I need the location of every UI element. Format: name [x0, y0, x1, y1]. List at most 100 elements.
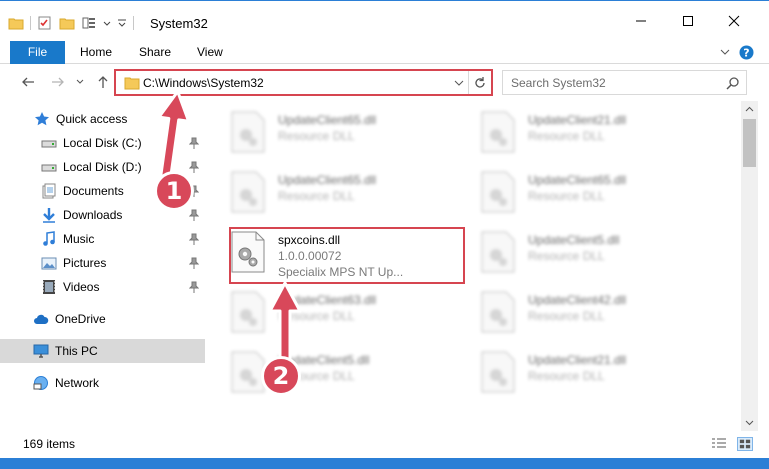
sidebar-item-label: Videos: [63, 280, 100, 294]
file-item[interactable]: UpdateClient5.dll Resource DLL: [480, 227, 710, 277]
ribbon-tabs: File Home Share View ?: [0, 41, 769, 64]
title-bar: System32: [0, 1, 769, 41]
search-icon: [726, 77, 739, 90]
sidebar-item-label: OneDrive: [55, 312, 106, 326]
details-view-icon[interactable]: [711, 437, 727, 451]
sidebar-item-label: Local Disk (C:): [63, 136, 142, 150]
file-name: UpdateClient65.dll: [528, 173, 627, 187]
file-highlight-box: [229, 227, 465, 284]
toolbar-separator: [30, 16, 31, 30]
file-type: Resource DLL: [528, 249, 605, 263]
sidebar-item-videos[interactable]: Videos: [0, 275, 205, 299]
file-item[interactable]: UpdateClient65.dll Resource DLL: [230, 167, 460, 217]
pin-icon[interactable]: [189, 233, 199, 245]
file-item[interactable]: UpdateClient42.dll Resource DLL: [480, 287, 710, 337]
sidebar-item-music[interactable]: Music: [0, 227, 205, 251]
file-name: UpdateClient65.dll: [278, 173, 377, 187]
file-item[interactable]: UpdateClient65.dll Resource DLL: [480, 167, 710, 217]
sidebar-item-this-pc[interactable]: This PC: [0, 339, 205, 363]
arrow-up-icon: [98, 76, 108, 88]
file-type: Resource DLL: [278, 189, 355, 203]
tab-share[interactable]: Share: [139, 41, 171, 64]
maximize-button[interactable]: [680, 13, 696, 29]
help-button[interactable]: ?: [738, 44, 754, 60]
scroll-up-button[interactable]: [741, 101, 758, 118]
up-button[interactable]: [95, 74, 111, 90]
dll-file-icon: [231, 111, 265, 153]
search-input[interactable]: Search System32: [511, 76, 606, 90]
svg-text:?: ?: [743, 46, 749, 59]
dll-file-icon: [481, 171, 515, 213]
chevron-down-icon: [745, 420, 754, 426]
sidebar-item-label: Documents: [63, 184, 124, 198]
file-name: UpdateClient42.dll: [528, 293, 627, 307]
sidebar-item-label: Pictures: [63, 256, 107, 270]
file-name: UpdateClient21.dll: [528, 113, 627, 127]
chevron-down-icon[interactable]: [103, 15, 111, 31]
documents-icon: [42, 183, 56, 199]
sidebar-item-label: Network: [55, 376, 100, 390]
folder-icon[interactable]: [8, 15, 24, 31]
downloads-icon: [43, 208, 55, 223]
window-bottom-border: [0, 458, 769, 469]
scrollbar-thumb[interactable]: [743, 119, 756, 167]
step-badge-1: 1: [154, 171, 194, 211]
annotation-arrow-1: [157, 89, 191, 184]
sidebar-item-onedrive[interactable]: OneDrive: [0, 307, 205, 331]
help-icon: ?: [739, 45, 753, 59]
music-icon: [43, 231, 55, 246]
dll-file-icon: [481, 111, 515, 153]
sidebar-item-network[interactable]: Network: [0, 371, 205, 395]
drive-icon: [41, 164, 57, 172]
file-item[interactable]: UpdateClient21.dll Resource DLL: [480, 347, 710, 397]
tab-file[interactable]: File: [10, 41, 65, 64]
qat-dropdown-icon[interactable]: [117, 15, 127, 31]
forward-button[interactable]: [50, 74, 66, 90]
pin-icon[interactable]: [189, 209, 199, 221]
pin-icon[interactable]: [189, 257, 199, 269]
network-icon: [33, 376, 48, 390]
sidebar-item-label: Local Disk (D:): [63, 160, 142, 174]
tab-view[interactable]: View: [197, 41, 223, 64]
back-button[interactable]: [20, 74, 36, 90]
minimize-button[interactable]: [633, 13, 649, 29]
vertical-scrollbar[interactable]: [741, 101, 758, 431]
close-button[interactable]: [726, 13, 742, 29]
dll-file-icon: [231, 171, 265, 213]
sidebar-item-label: This PC: [55, 344, 98, 358]
expand-ribbon-button[interactable]: [717, 44, 733, 60]
properties-icon[interactable]: [37, 15, 53, 31]
file-item[interactable]: UpdateClient65.dll Resource DLL: [230, 107, 460, 157]
dll-file-icon: [481, 291, 515, 333]
recent-locations-button[interactable]: [72, 74, 88, 90]
file-type: Resource DLL: [528, 309, 605, 323]
file-type: Resource DLL: [528, 189, 605, 203]
window-title: System32: [150, 16, 208, 31]
cloud-icon: [34, 314, 49, 324]
file-item[interactable]: UpdateClient21.dll Resource DLL: [480, 107, 710, 157]
file-type: Resource DLL: [528, 369, 605, 383]
sidebar-item-pictures[interactable]: Pictures: [0, 251, 205, 275]
large-icons-view-icon[interactable]: [737, 437, 753, 451]
new-folder-icon[interactable]: [59, 15, 75, 31]
navigation-bar: C:\Windows\System32 Search System32: [0, 64, 769, 100]
customize-icon[interactable]: [81, 15, 97, 31]
sidebar-item-label: Quick access: [56, 112, 128, 126]
file-name: UpdateClient65.dll: [278, 113, 377, 127]
minimize-icon: [636, 20, 646, 22]
dll-file-icon: [481, 231, 515, 273]
scroll-down-button[interactable]: [741, 414, 758, 431]
status-bar: 169 items: [0, 431, 769, 458]
pin-icon[interactable]: [189, 281, 199, 293]
chevron-up-icon: [745, 106, 754, 112]
tab-home[interactable]: Home: [80, 41, 112, 64]
chevron-down-icon: [76, 79, 84, 84]
videos-icon: [43, 280, 55, 294]
dll-file-icon: [231, 291, 265, 333]
search-box[interactable]: Search System32: [502, 70, 747, 95]
star-icon: [35, 112, 49, 126]
chevron-down-icon: [720, 49, 730, 55]
dll-file-icon: [481, 351, 515, 393]
file-type: Resource DLL: [528, 129, 605, 143]
sidebar-item-label: Music: [63, 232, 95, 246]
